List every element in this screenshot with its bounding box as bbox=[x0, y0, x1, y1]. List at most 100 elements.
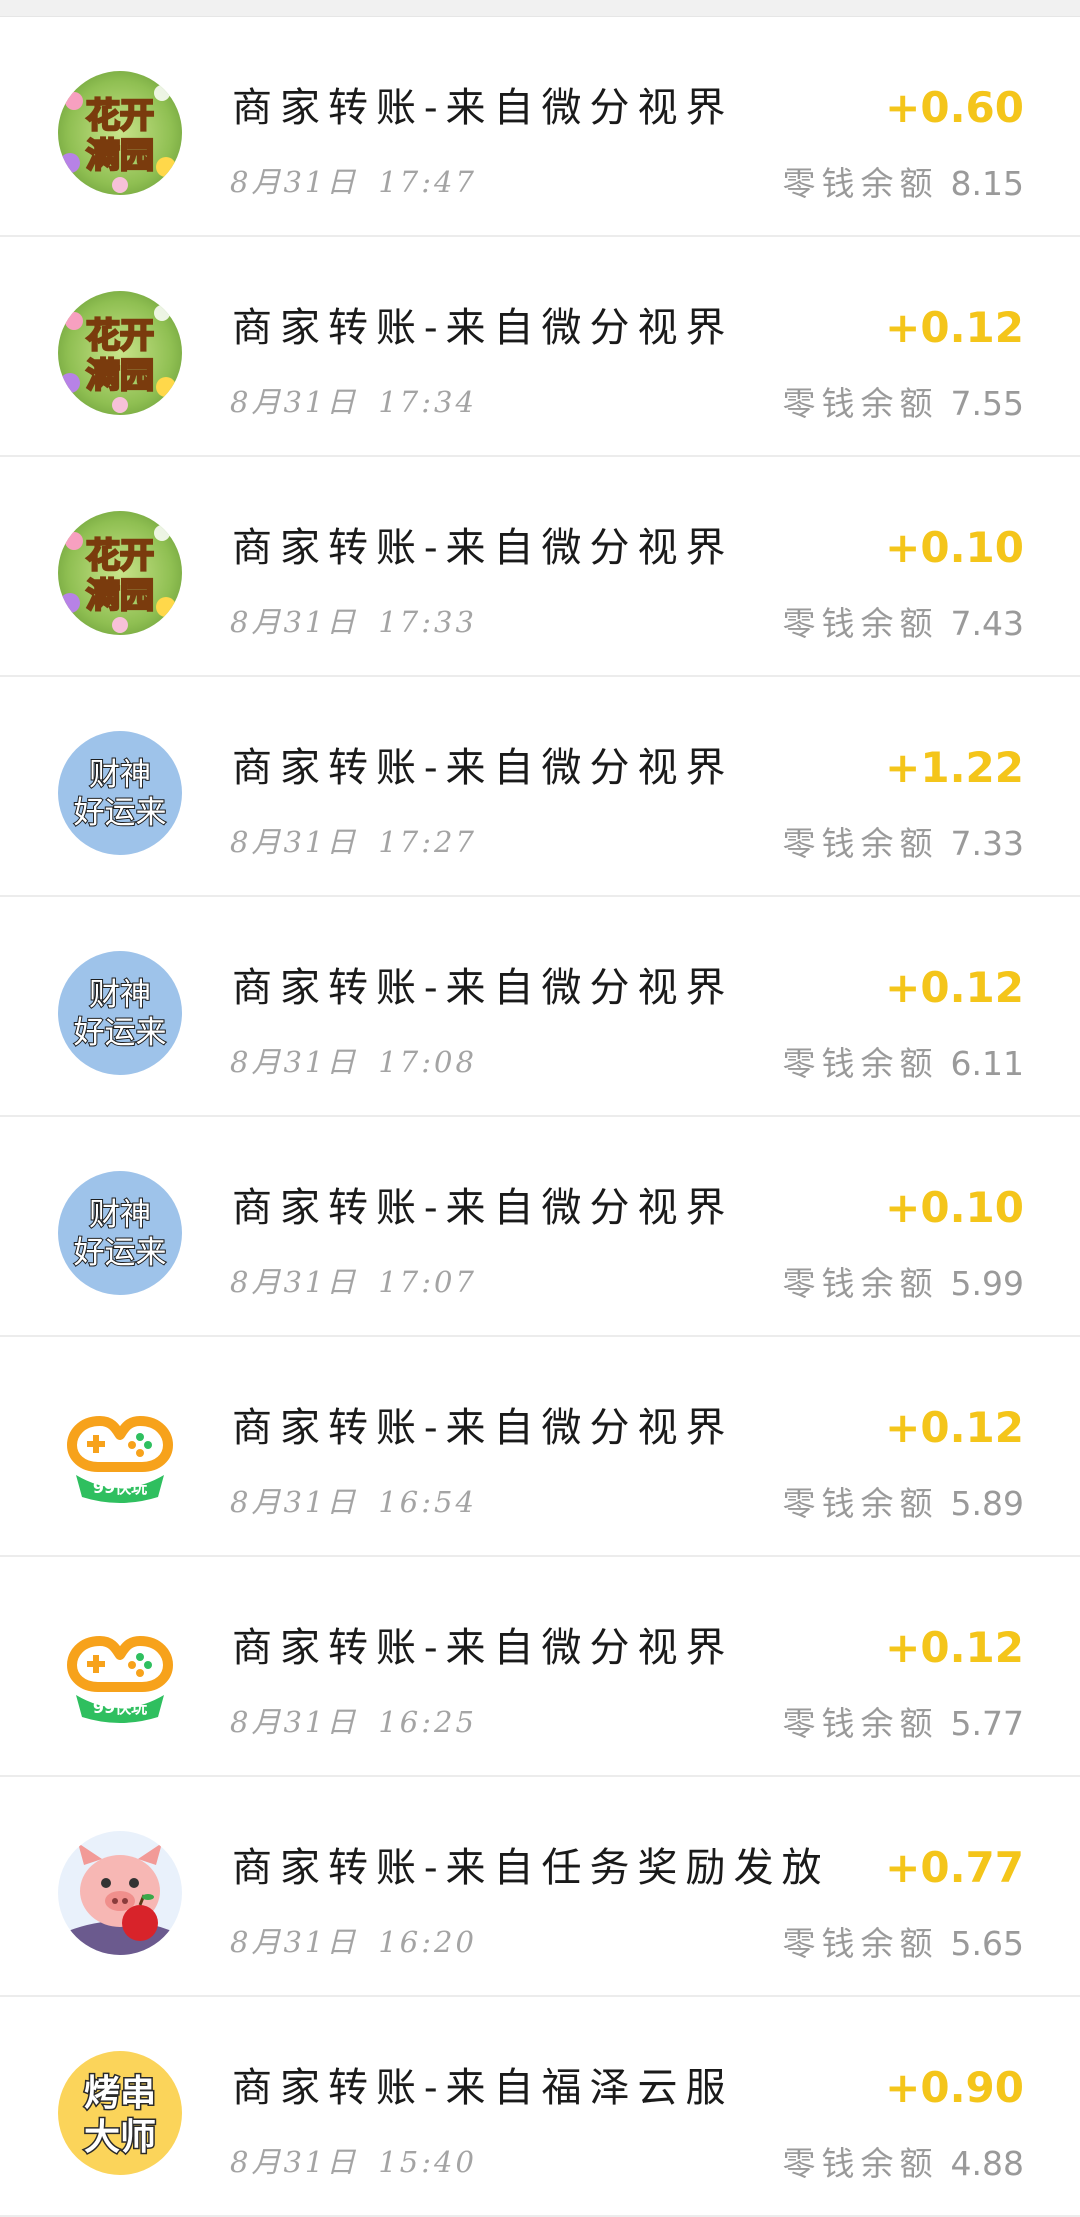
transaction-title: 商家转账-来自微分视界 bbox=[232, 1405, 734, 1451]
balance-value: 5.77 bbox=[950, 1704, 1024, 1743]
balance-label: 零钱余额 bbox=[782, 2144, 939, 2183]
balance-value: 4.88 bbox=[950, 2144, 1024, 2183]
transaction-time: 15:40 bbox=[378, 2145, 477, 2179]
caishen-haoyunlai-icon: 财神 好运来 bbox=[58, 1171, 182, 1295]
huakai-manyuan-game-icon: 花开 满园 bbox=[58, 71, 182, 195]
transaction-title: 商家转账-来自微分视界 bbox=[232, 525, 734, 571]
transaction-row[interactable]: 花开 满园 商家转账-来自微分视界 8月31日 17:47 +0.60 零钱余额 8.15 bbox=[0, 17, 1080, 237]
balance-value: 6.11 bbox=[950, 1044, 1024, 1083]
top-status-strip bbox=[0, 0, 1080, 17]
balance-info: 零钱余额 6.11 bbox=[783, 1037, 1024, 1085]
balance-value: 5.89 bbox=[950, 1484, 1024, 1523]
balance-label: 零钱余额 bbox=[782, 384, 939, 423]
transaction-row[interactable]: 花开 满园 商家转账-来自微分视界 8月31日 17:34 +0.12 零钱余额 7.55 bbox=[0, 237, 1080, 457]
transaction-title: 商家转账-来自微分视界 bbox=[232, 1185, 734, 1231]
transaction-amount: +0.10 bbox=[885, 523, 1024, 572]
transaction-amount: +0.12 bbox=[885, 1403, 1024, 1452]
transaction-date: 8月31日 bbox=[230, 2145, 359, 2179]
transaction-amount: +0.10 bbox=[885, 1183, 1024, 1232]
transaction-amount: +0.60 bbox=[885, 83, 1024, 132]
svg-text:满园: 满园 bbox=[86, 136, 154, 176]
transaction-date: 8月31日 bbox=[230, 605, 359, 639]
transaction-row[interactable]: 财神 好运来 商家转账-来自微分视界 8月31日 17:27 +1.22 零钱余额 7.3… bbox=[0, 677, 1080, 897]
transaction-date: 8月31日 bbox=[230, 1705, 359, 1739]
transaction-row[interactable]: 烤串 大师 商家转账-来自福泽云服 8月31日 15:40 +0.90 零钱余额 4.88 bbox=[0, 1997, 1080, 2217]
balance-info: 零钱余额 7.55 bbox=[783, 377, 1024, 425]
transaction-title: 商家转账-来自任务奖励发放 bbox=[232, 1845, 830, 1891]
svg-text:财神: 财神 bbox=[89, 757, 151, 793]
transaction-time: 17:27 bbox=[378, 825, 477, 859]
transaction-title: 商家转账-来自福泽云服 bbox=[232, 2065, 734, 2111]
transaction-row[interactable]: 财神 好运来 商家转账-来自微分视界 8月31日 17:07 +0.10 零钱余额 5.9… bbox=[0, 1117, 1080, 1337]
transaction-title: 商家转账-来自微分视界 bbox=[232, 305, 734, 351]
transaction-datetime: 8月31日 16:20 bbox=[230, 1919, 477, 1961]
kaochuan-dashi-icon: 烤串 大师 bbox=[58, 2051, 182, 2175]
svg-text:好运来: 好运来 bbox=[74, 795, 167, 831]
99-kuaiwan-gamepad-icon: 99快玩 bbox=[58, 1611, 182, 1735]
transaction-datetime: 8月31日 17:07 bbox=[230, 1259, 477, 1301]
balance-label: 零钱余额 bbox=[782, 1264, 939, 1303]
99-kuaiwan-gamepad-icon: 99快玩 bbox=[58, 1391, 182, 1515]
transaction-date: 8月31日 bbox=[230, 165, 359, 199]
transaction-datetime: 8月31日 17:33 bbox=[230, 599, 477, 641]
balance-value: 5.65 bbox=[950, 1924, 1024, 1963]
transaction-datetime: 8月31日 15:40 bbox=[230, 2139, 477, 2181]
transaction-row[interactable]: 99快玩 商家转账-来自微分视界 8月31日 16:54 +0.12 零钱余额 5.89 bbox=[0, 1337, 1080, 1557]
transaction-datetime: 8月31日 17:47 bbox=[230, 159, 477, 201]
balance-label: 零钱余额 bbox=[782, 824, 939, 863]
balance-label: 零钱余额 bbox=[782, 1044, 939, 1083]
balance-info: 零钱余额 8.15 bbox=[783, 157, 1024, 205]
balance-info: 零钱余额 7.43 bbox=[783, 597, 1024, 645]
svg-text:99快玩: 99快玩 bbox=[93, 1698, 147, 1717]
balance-value: 8.15 bbox=[950, 164, 1024, 203]
transaction-amount: +0.77 bbox=[885, 1843, 1024, 1892]
svg-text:好运来: 好运来 bbox=[74, 1235, 167, 1271]
balance-info: 零钱余额 5.99 bbox=[783, 1257, 1024, 1305]
transaction-amount: +1.22 bbox=[885, 743, 1024, 792]
svg-text:花开: 花开 bbox=[86, 316, 154, 356]
caishen-haoyunlai-icon: 财神 好运来 bbox=[58, 731, 182, 855]
transaction-time: 17:08 bbox=[378, 1045, 477, 1079]
transaction-list: 花开 满园 商家转账-来自微分视界 8月31日 17:47 +0.60 零钱余额 8.15… bbox=[0, 17, 1080, 2217]
transaction-date: 8月31日 bbox=[230, 1925, 359, 1959]
balance-value: 7.33 bbox=[950, 824, 1024, 863]
transaction-row[interactable]: 花开 满园 商家转账-来自微分视界 8月31日 17:33 +0.10 零钱余额 7.43 bbox=[0, 457, 1080, 677]
balance-value: 7.43 bbox=[950, 604, 1024, 643]
svg-text:满园: 满园 bbox=[86, 356, 154, 396]
transaction-amount: +0.12 bbox=[885, 963, 1024, 1012]
transaction-row[interactable]: 商家转账-来自任务奖励发放 8月31日 16:20 +0.77 零钱余额 5.65 bbox=[0, 1777, 1080, 1997]
svg-text:烤串: 烤串 bbox=[84, 2073, 156, 2114]
transaction-datetime: 8月31日 17:27 bbox=[230, 819, 477, 861]
balance-info: 零钱余额 5.89 bbox=[783, 1477, 1024, 1525]
transaction-row[interactable]: 99快玩 商家转账-来自微分视界 8月31日 16:25 +0.12 零钱余额 5.77 bbox=[0, 1557, 1080, 1777]
svg-text:财神: 财神 bbox=[89, 1197, 151, 1233]
svg-text:99快玩: 99快玩 bbox=[93, 1478, 147, 1497]
transaction-time: 16:25 bbox=[378, 1705, 477, 1739]
svg-text:满园: 满园 bbox=[86, 576, 154, 616]
balance-label: 零钱余额 bbox=[782, 1704, 939, 1743]
balance-value: 7.55 bbox=[950, 384, 1024, 423]
transaction-time: 17:33 bbox=[378, 605, 477, 639]
huakai-manyuan-game-icon: 花开 满园 bbox=[58, 511, 182, 635]
transaction-time: 16:20 bbox=[378, 1925, 477, 1959]
transaction-datetime: 8月31日 16:54 bbox=[230, 1479, 477, 1521]
svg-text:财神: 财神 bbox=[89, 977, 151, 1013]
svg-text:好运来: 好运来 bbox=[74, 1015, 167, 1051]
pig-apple-icon bbox=[58, 1831, 182, 1955]
transaction-title: 商家转账-来自微分视界 bbox=[232, 965, 734, 1011]
transaction-row[interactable]: 财神 好运来 商家转账-来自微分视界 8月31日 17:08 +0.12 零钱余额 6.1… bbox=[0, 897, 1080, 1117]
transaction-time: 16:54 bbox=[378, 1485, 477, 1519]
transaction-date: 8月31日 bbox=[230, 1485, 359, 1519]
transaction-time: 17:07 bbox=[378, 1265, 477, 1299]
transaction-datetime: 8月31日 17:34 bbox=[230, 379, 477, 421]
transaction-date: 8月31日 bbox=[230, 1265, 359, 1299]
svg-text:花开: 花开 bbox=[86, 536, 154, 576]
balance-label: 零钱余额 bbox=[782, 164, 939, 203]
caishen-haoyunlai-icon: 财神 好运来 bbox=[58, 951, 182, 1075]
svg-text:花开: 花开 bbox=[86, 96, 154, 136]
transaction-title: 商家转账-来自微分视界 bbox=[232, 1625, 734, 1671]
transaction-time: 17:34 bbox=[378, 385, 477, 419]
transaction-date: 8月31日 bbox=[230, 825, 359, 859]
balance-label: 零钱余额 bbox=[782, 604, 939, 643]
transaction-datetime: 8月31日 16:25 bbox=[230, 1699, 477, 1741]
